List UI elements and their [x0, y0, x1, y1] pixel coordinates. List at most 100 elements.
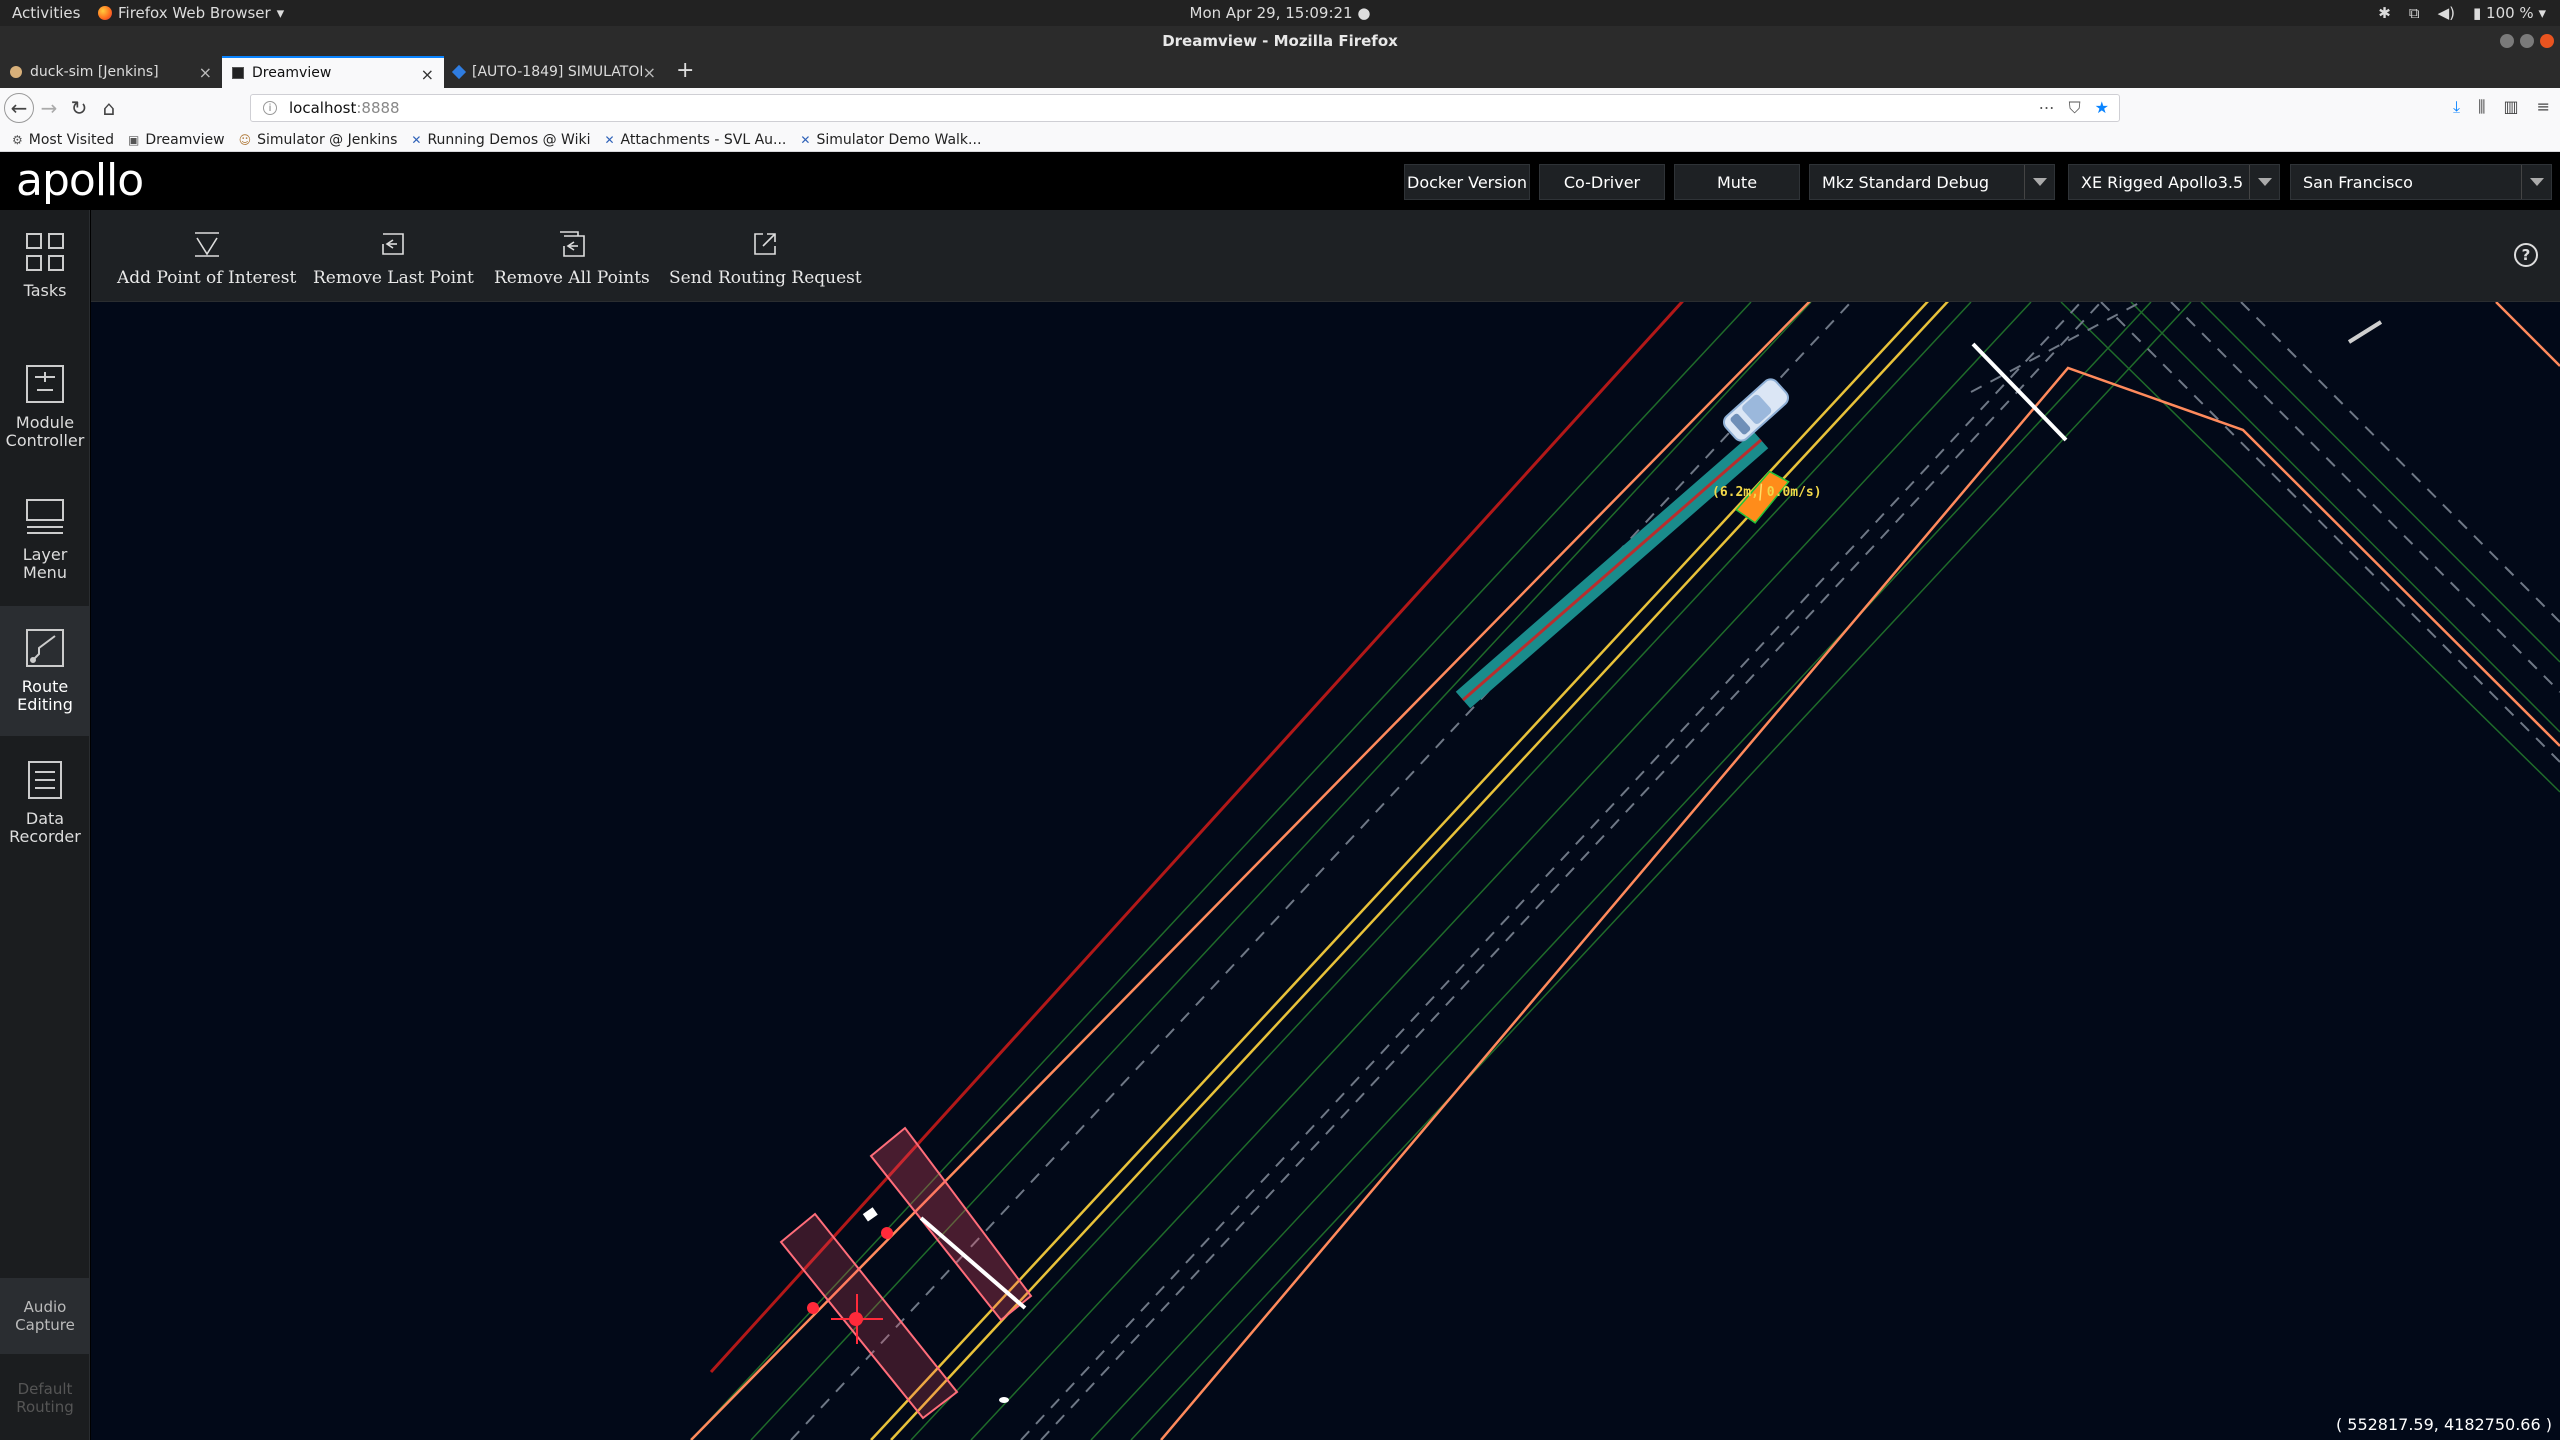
side-menu-layer-menu[interactable]: Layer Menu [0, 474, 90, 604]
side-menu-label: Data [25, 809, 65, 828]
bookmark-most-visited[interactable]: ⚙ Most Visited [12, 132, 114, 148]
side-menu-label: Layer [22, 545, 68, 564]
app-menu[interactable]: Firefox Web Browser ▾ [98, 4, 284, 22]
side-menu-label: Route [21, 677, 69, 696]
system-clock[interactable]: Mon Apr 29, 15:09:21 [1190, 4, 1353, 22]
battery-icon: ▮ [2472, 4, 2482, 22]
side-menu-tasks[interactable]: Tasks [0, 210, 90, 340]
tab-auto-1849[interactable]: [AUTO-1849] SIMULATOR × [444, 56, 666, 88]
send-routing-icon [754, 233, 777, 255]
side-menu-route-editing[interactable]: Route Editing [0, 606, 90, 736]
layer-menu-icon [26, 499, 64, 534]
tab-close-icon[interactable]: × [421, 65, 434, 84]
mode-select[interactable]: Mkz Standard Debug [1809, 164, 2055, 200]
side-menu-audio-capture[interactable]: Audio Capture [0, 1278, 90, 1354]
send-routing-request-tool[interactable]: Send Routing Request [669, 230, 862, 288]
map-select-value: San Francisco [2303, 172, 2413, 192]
minimize-button[interactable] [2500, 34, 2514, 48]
side-menu-data-recorder[interactable]: Data Recorder [0, 738, 90, 868]
network-icon: ⧉ [2408, 4, 2420, 22]
docker-version-button[interactable]: Docker Version [1404, 164, 1530, 200]
sidebar-icon[interactable]: ▥ [2503, 97, 2518, 117]
notification-dot-icon: ● [1357, 4, 1371, 22]
ego-vehicle[interactable] [1721, 376, 1792, 444]
side-menu-label: Routing [16, 1398, 74, 1416]
side-menu-label: Capture [15, 1316, 75, 1334]
side-menu-module-controller[interactable]: Module Controller [0, 342, 90, 472]
vehicle-select[interactable]: XE Rigged Apollo3.5 [2068, 164, 2280, 200]
maximize-button[interactable] [2520, 34, 2534, 48]
back-button[interactable]: ← [4, 93, 34, 123]
coordinate-readout: ( 552817.59, 4182750.66 ) [2335, 1415, 2552, 1434]
help-icon[interactable]: ? [2514, 243, 2538, 267]
hamburger-menu-icon[interactable]: ≡ [2537, 97, 2550, 117]
side-menu-label: Default [17, 1380, 73, 1398]
remove-all-points-icon [559, 231, 585, 257]
map-select[interactable]: San Francisco [2290, 164, 2552, 200]
reload-button[interactable]: ↻ [64, 93, 94, 123]
tab-close-icon[interactable]: × [643, 63, 656, 82]
bookmark-running-demos[interactable]: ✕ Running Demos @ Wiki [411, 132, 590, 148]
remove-last-point-label: Remove Last Point [313, 268, 474, 288]
page-actions-icon[interactable]: ⋯ [2039, 98, 2055, 118]
window-controls [2500, 34, 2554, 48]
tab-title: duck-sim [Jenkins] [30, 64, 159, 80]
tab-duck-sim[interactable]: duck-sim [Jenkins] × [0, 56, 222, 88]
remove-all-points-tool[interactable]: Remove All Points [494, 230, 650, 288]
forward-button[interactable]: → [34, 93, 64, 123]
scene-canvas[interactable] [91, 302, 2560, 1440]
confluence-icon: ✕ [800, 132, 811, 147]
co-driver-button[interactable]: Co-Driver [1539, 164, 1665, 200]
bookmark-label: Running Demos @ Wiki [427, 131, 591, 148]
url-bar[interactable]: i localhost:8888 ⋯ ⛉ ★ [250, 94, 2120, 122]
add-poi-tool[interactable]: Add Point of Interest [117, 230, 296, 288]
chevron-down-icon: ▾ [276, 4, 285, 22]
dreamview-favicon-icon [232, 67, 244, 79]
remove-last-point-tool[interactable]: Remove Last Point [313, 230, 474, 288]
side-menu: Tasks Module Controller Layer Menu Route… [0, 210, 90, 1440]
navigation-toolbar: ← → ↻ ⌂ i localhost:8888 ⋯ ⛉ ★ ⤓ ⫼ ▥ ≡ [0, 88, 2560, 128]
volume-icon: ◀) [2437, 4, 2455, 22]
chevron-down-icon [2024, 165, 2054, 199]
side-menu-default-routing[interactable]: Default Routing [0, 1360, 90, 1436]
dreamview-header: apollo Docker Version Co-Driver Mute Mkz… [0, 152, 2560, 210]
site-info-icon[interactable]: i [263, 101, 277, 115]
clock-container: Mon Apr 29, 15:09:21 ● [0, 4, 2560, 22]
downloads-icon[interactable]: ⤓ [2453, 97, 2460, 117]
remove-all-points-label: Remove All Points [494, 268, 650, 288]
tab-title: Dreamview [252, 65, 332, 81]
system-tray[interactable]: ✱ ⧉ ◀) ▮ 100 % ▾ [2378, 4, 2546, 22]
library-icon[interactable]: ⫼ [2478, 97, 2485, 117]
chevron-down-icon [2249, 165, 2279, 199]
mute-button[interactable]: Mute [1674, 164, 1800, 200]
bookmark-star-icon[interactable]: ★ [2095, 98, 2109, 118]
bookmark-simulator-jenkins[interactable]: ☺ Simulator @ Jenkins [239, 132, 398, 148]
url-actions: ⋯ ⛉ ★ [2039, 98, 2109, 118]
tab-dreamview[interactable]: Dreamview × [222, 56, 444, 88]
firefox-icon [98, 6, 112, 20]
bookmark-attachments[interactable]: ✕ Attachments - SVL Au... [604, 132, 786, 148]
reference-line [709, 302, 1684, 1374]
bookmark-dreamview[interactable]: ▣ Dreamview [128, 132, 225, 148]
url-host: localhost [289, 99, 357, 117]
tab-close-icon[interactable]: × [199, 63, 212, 82]
home-button[interactable]: ⌂ [94, 93, 124, 123]
distant-vehicle [2347, 320, 2383, 344]
close-window-button[interactable] [2540, 34, 2554, 48]
new-tab-button[interactable]: + [666, 56, 704, 88]
route-editing-toolbar: Add Point of Interest Remove Last Point … [91, 210, 2560, 302]
simulation-scene[interactable]: (6.2m, 0.0m/s) ( 552817.59, 4182750.66 ) [91, 302, 2560, 1440]
tab-strip: duck-sim [Jenkins] × Dreamview × [AUTO-1… [0, 56, 2560, 88]
planning-trajectory [1455, 431, 1769, 709]
confluence-icon: ✕ [411, 132, 422, 147]
confluence-icon: ✕ [604, 132, 615, 147]
jenkins-favicon-icon [10, 66, 22, 78]
bookmark-label: Attachments - SVL Au... [620, 131, 787, 148]
vehicle-select-value: XE Rigged Apollo3.5 [2081, 172, 2244, 192]
bookmarks-toolbar: ⚙ Most Visited ▣ Dreamview ☺ Simulator @ Je… [0, 128, 2560, 152]
activities-button[interactable]: Activities [12, 4, 80, 22]
chevron-down-icon [2521, 165, 2551, 199]
pocket-icon[interactable]: ⛉ [2069, 98, 2081, 118]
yellow-center-lines [870, 302, 1949, 1440]
bookmark-simulator-demo[interactable]: ✕ Simulator Demo Walk... [800, 132, 981, 148]
